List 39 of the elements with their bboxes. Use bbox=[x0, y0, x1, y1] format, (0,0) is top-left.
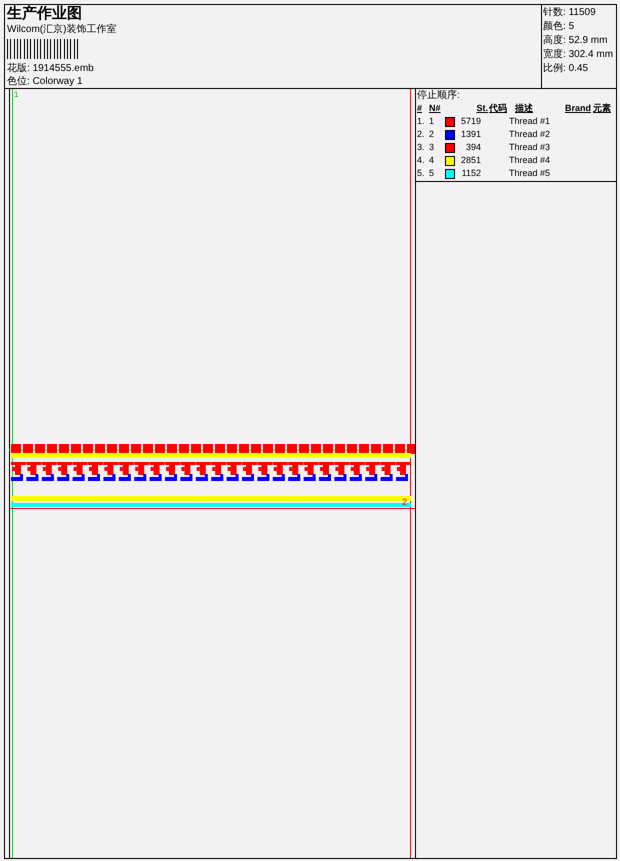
column-header: 描述 bbox=[515, 102, 534, 115]
colorway-text: 色位: Colorway 1 bbox=[7, 75, 84, 88]
stitch-count: 1391 bbox=[460, 128, 481, 141]
needle-number: 5 bbox=[429, 167, 436, 180]
needle-number: 1 bbox=[429, 115, 436, 128]
company-name: Wilcom(汇京)装饰工作室 bbox=[7, 23, 118, 37]
row-index: 4. bbox=[417, 154, 426, 167]
stitch-count: 2851 bbox=[460, 154, 481, 167]
thread-description: Thread #4 bbox=[508, 154, 552, 167]
thread-description: Thread #5 bbox=[508, 167, 552, 180]
column-header: N# bbox=[429, 102, 442, 115]
stat-text: 宽度: 302.4 mm bbox=[543, 48, 614, 62]
stitch-count: 1152 bbox=[460, 167, 481, 180]
column-header: # bbox=[417, 102, 424, 115]
row-index: 1. bbox=[417, 115, 426, 128]
row-index: 2. bbox=[417, 128, 426, 141]
stat-text: 比例: 0.45 bbox=[543, 62, 590, 76]
stat-text: 高度: 52.9 mm bbox=[543, 34, 608, 48]
needle-number: 2 bbox=[429, 128, 436, 141]
page-title: 生产作业图 bbox=[7, 5, 83, 23]
stat-text: 针数: 11509 bbox=[543, 6, 597, 20]
stop-sequence-title: 停止顺序: bbox=[417, 89, 461, 102]
column-header: St. bbox=[475, 102, 488, 115]
thread-description: Thread #1 bbox=[508, 115, 552, 128]
end-marker: 2 bbox=[402, 497, 408, 507]
design-file-text: 花版: 1914555.emb bbox=[7, 62, 95, 75]
stitch-count: 394 bbox=[464, 141, 481, 154]
column-header: 代码 bbox=[489, 102, 508, 115]
needle-number: 4 bbox=[429, 154, 436, 167]
stitch-count: 5719 bbox=[460, 115, 481, 128]
thread-description: Thread #3 bbox=[508, 141, 552, 154]
column-header: Brand bbox=[565, 102, 592, 115]
thread-description: Thread #2 bbox=[508, 128, 552, 141]
needle-number: 3 bbox=[429, 141, 436, 154]
start-marker: 1 bbox=[14, 90, 18, 99]
row-index: 5. bbox=[417, 167, 426, 180]
stat-text: 颜色: 5 bbox=[543, 20, 576, 34]
column-header: 元素 bbox=[593, 102, 612, 115]
row-index: 3. bbox=[417, 141, 426, 154]
